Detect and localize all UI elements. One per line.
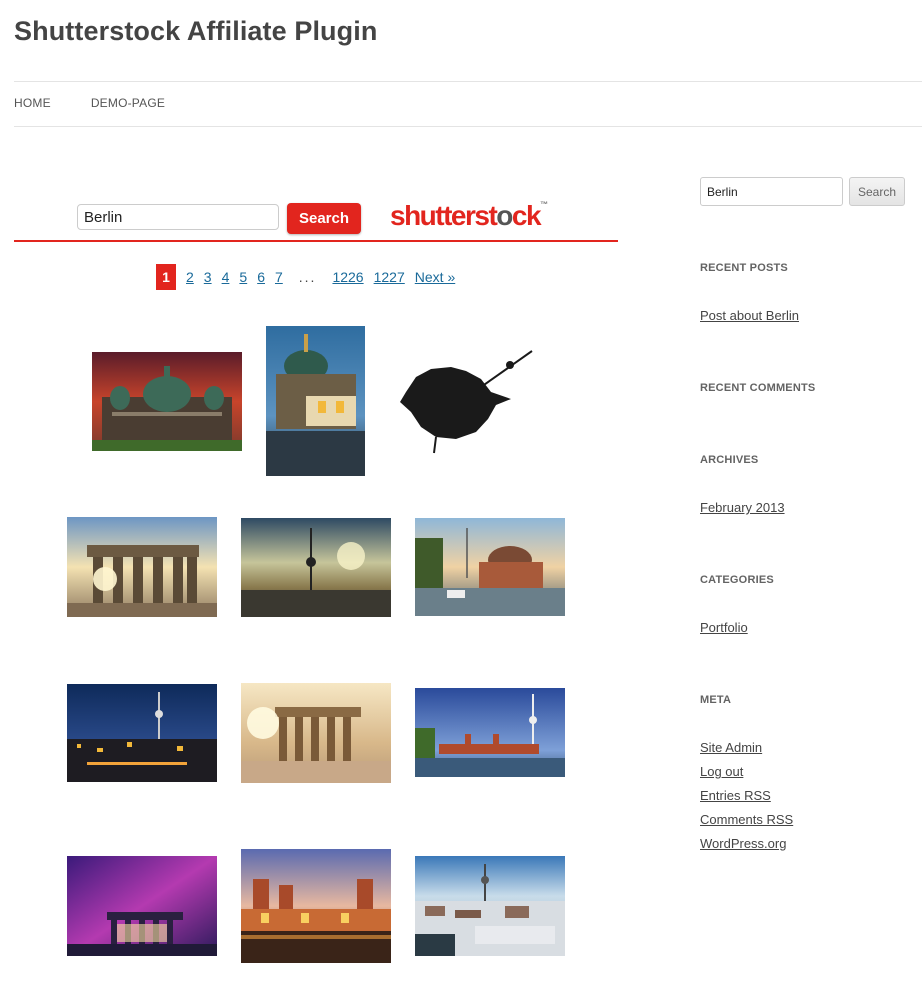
image-thumb-brandenburg-sunburst[interactable]	[241, 683, 391, 783]
image-thumb-oberbaum-night[interactable]	[241, 849, 391, 963]
page-ellipsis: ...	[298, 269, 317, 285]
category-link[interactable]: Portfolio	[700, 620, 748, 635]
image-thumb-winter-aerial[interactable]	[415, 856, 565, 956]
widget-underline	[14, 240, 618, 242]
page-link[interactable]: 1227	[374, 269, 405, 285]
page-link[interactable]: 3	[204, 269, 212, 285]
image-thumb-cathedral-river[interactable]	[266, 326, 365, 476]
meta-site-admin-link[interactable]: Site Admin	[700, 740, 762, 755]
meta-log-out-link[interactable]: Log out	[700, 764, 743, 779]
nav-divider	[14, 126, 922, 127]
header-divider	[14, 81, 922, 82]
meta-comments-rss-link[interactable]: Comments RSS	[700, 812, 793, 827]
nav-home[interactable]: HOME	[14, 96, 51, 110]
image-thumb-berlin-silhouette[interactable]	[396, 347, 536, 457]
nav-demo-page[interactable]: DEMO-PAGE	[91, 96, 165, 110]
page-link[interactable]: 5	[239, 269, 247, 285]
image-thumb-brandenburg-sunrise[interactable]	[67, 517, 217, 617]
recent-post-link[interactable]: Post about Berlin	[700, 308, 799, 323]
page-link[interactable]: 1226	[332, 269, 363, 285]
categories-heading: CATEGORIES	[700, 574, 774, 586]
page-link[interactable]: 7	[275, 269, 283, 285]
image-thumb-bode-museum[interactable]	[415, 518, 565, 616]
shutterstock-search-button[interactable]: Search	[287, 203, 361, 234]
meta-wordpress-link[interactable]: WordPress.org	[700, 836, 786, 851]
site-title[interactable]: Shutterstock Affiliate Plugin	[14, 16, 377, 47]
next-page-link[interactable]: Next »	[415, 269, 455, 285]
main-nav: HOME DEMO-PAGE	[14, 96, 165, 110]
image-thumb-brandenburg-purple[interactable]	[67, 856, 217, 956]
recent-posts-heading: RECENT POSTS	[700, 262, 788, 274]
image-thumb-tv-tower-sunset[interactable]	[241, 518, 391, 617]
sidebar-search-button[interactable]: Search	[849, 177, 905, 206]
meta-entries-rss-link[interactable]: Entries RSS	[700, 788, 771, 803]
archive-link[interactable]: February 2013	[700, 500, 785, 515]
page-link[interactable]: 4	[222, 269, 230, 285]
archives-heading: ARCHIVES	[700, 454, 759, 466]
meta-heading: META	[700, 694, 732, 706]
image-thumb-oberbaum-bridge[interactable]	[415, 688, 565, 777]
page-link[interactable]: 2	[186, 269, 194, 285]
shutterstock-logo: shutterstock™	[390, 200, 549, 231]
shutterstock-search-input[interactable]	[77, 204, 279, 230]
page-current: 1	[156, 264, 176, 290]
pagination: 1 2 3 4 5 6 7 ... 1226 1227 Next »	[156, 264, 465, 290]
sidebar-search-input[interactable]	[700, 177, 843, 206]
recent-comments-heading: RECENT COMMENTS	[700, 382, 816, 394]
image-thumb-night-skyline[interactable]	[67, 684, 217, 782]
image-thumb-cathedral-red[interactable]	[92, 352, 242, 451]
page-link[interactable]: 6	[257, 269, 265, 285]
